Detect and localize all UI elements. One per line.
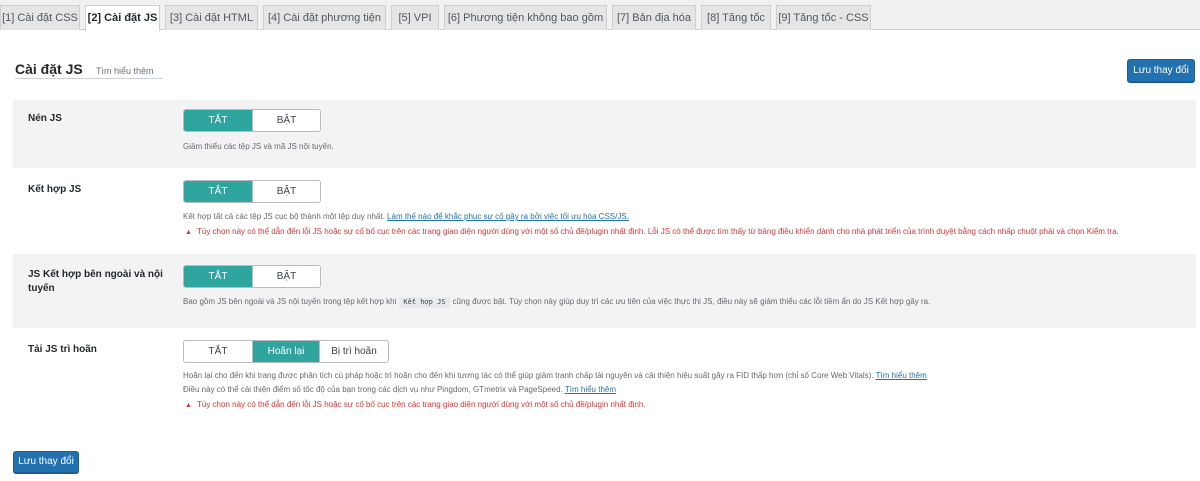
setting-row-load-js-deferred: Tải JS trì hoãn TẮT Hoãn lại Bị trì hoãn… [13, 328, 1196, 428]
load-js-deferred-description-1: Hoãn lại cho đến khi trang được phân tíc… [183, 370, 927, 382]
combine-js-label: Kết hợp JS [28, 184, 82, 195]
load-js-deferred-desc1-text: Hoãn lại cho đến khi trang được phân tíc… [183, 371, 874, 380]
tab-css-settings[interactable]: [1] Cài đặt CSS [0, 5, 80, 30]
combine-js-toggle[interactable]: TẮT BẬT [183, 180, 321, 203]
combine-external-inline-on-option[interactable]: BẬT [252, 266, 320, 287]
minify-js-off-option[interactable]: TẮT [184, 110, 252, 131]
combine-js-on-option[interactable]: BẬT [252, 181, 320, 202]
save-changes-button-top[interactable]: Lưu thay đổi [1127, 59, 1195, 82]
load-js-deferred-delay-option[interactable]: Hoãn lại [252, 341, 319, 362]
tab-html-settings[interactable]: [3] Cài đặt HTML [165, 5, 258, 30]
tab-localization[interactable]: [7] Bản địa hóa [612, 5, 696, 30]
warning-icon: ▲ [185, 402, 192, 409]
combine-external-inline-desc-before: Bao gồm JS bên ngoài và JS nội tuyến tro… [183, 297, 397, 306]
minify-js-label: Nén JS [28, 113, 62, 124]
combine-external-inline-label: JS Kết hợp bên ngoài và nội tuyến [28, 268, 163, 296]
load-js-deferred-warning-text: Tùy chọn này có thể dẫn đến lỗi JS hoặc … [197, 400, 646, 409]
setting-row-combine-js: Kết hợp JS TẮT BẬT Kết hợp tất cả các tệ… [13, 168, 1196, 254]
minify-js-description: Giảm thiểu các tệp JS và mã JS nội tuyến… [183, 142, 334, 151]
minify-js-on-option[interactable]: BẬT [252, 110, 320, 131]
learn-more-link[interactable]: Tìm hiểu thêm [96, 66, 154, 76]
combine-js-warning: ▲ Tùy chọn này có thể dẫn đến lỗi JS hoặc… [185, 226, 1119, 239]
load-js-deferred-learn-more-link-2[interactable]: Tìm hiểu thêm [565, 385, 616, 394]
warning-icon: ▲ [185, 229, 192, 236]
tab-cdn[interactable]: [8] Tăng tốc [701, 5, 771, 30]
load-js-deferred-deferred-option[interactable]: Bị trì hoãn [319, 341, 388, 362]
combine-js-warning-text: Tùy chọn này có thể dẫn đến lỗi JS hoặc … [197, 227, 1119, 236]
title-divider [15, 78, 163, 79]
tab-media-excludes[interactable]: [6] Phương tiện không bao gồm [444, 5, 607, 30]
combine-js-code-tag: Kết hợp JS [399, 297, 450, 308]
combine-external-inline-desc-after: cũng được bật. Tùy chọn này giúp duy trì… [452, 297, 931, 306]
tab-js-settings[interactable]: [2] Cài đặt JS [85, 5, 160, 31]
combine-external-inline-description: Bao gồm JS bên ngoài và JS nội tuyến tro… [183, 296, 930, 308]
tab-cdn-css[interactable]: [9] Tăng tốc - CSS [776, 5, 871, 30]
setting-row-minify-js: Nén JS TẮT BẬT Giảm thiểu các tệp JS và … [13, 100, 1196, 168]
save-changes-button-bottom[interactable]: Lưu thay đổi [13, 451, 79, 473]
combine-js-off-option[interactable]: TẮT [184, 181, 252, 202]
settings-tab-bar: [1] Cài đặt CSS [2] Cài đặt JS [3] Cài đ… [0, 0, 1200, 31]
combine-js-description: Kết hợp tất cả các tệp JS cục bộ thành m… [183, 211, 629, 223]
combine-js-description-text: Kết hợp tất cả các tệp JS cục bộ thành m… [183, 212, 385, 221]
minify-js-toggle[interactable]: TẮT BẬT [183, 109, 321, 132]
combine-external-inline-off-option[interactable]: TẮT [184, 266, 252, 287]
load-js-deferred-off-option[interactable]: TẮT [184, 341, 252, 362]
load-js-deferred-desc2-text: Điều này có thể cải thiện điểm số tốc độ… [183, 385, 563, 394]
setting-row-combine-external-inline: JS Kết hợp bên ngoài và nội tuyến TẮT BẬ… [13, 254, 1196, 328]
combine-external-inline-label-line1: JS Kết hợp bên ngoài và nội [28, 269, 163, 280]
load-js-deferred-toggle[interactable]: TẮT Hoãn lại Bị trì hoãn [183, 340, 389, 363]
load-js-deferred-label: Tải JS trì hoãn [28, 344, 97, 355]
load-js-deferred-description-2: Điều này có thể cải thiện điểm số tốc độ… [183, 384, 616, 396]
tab-vpi[interactable]: [5] VPI [391, 5, 439, 30]
load-js-deferred-warning: ▲ Tùy chọn này có thể dẫn đến lỗi JS hoặc… [185, 399, 646, 412]
combine-external-inline-toggle[interactable]: TẮT BẬT [183, 265, 321, 288]
combine-external-inline-label-line2: tuyến [28, 283, 55, 294]
load-js-deferred-learn-more-link-1[interactable]: Tìm hiểu thêm [876, 371, 927, 380]
tab-media-settings[interactable]: [4] Cài đặt phương tiện [263, 5, 386, 30]
page-title: Cài đặt JS [15, 61, 83, 77]
css-js-troubleshoot-link[interactable]: Làm thế nào để khắc phục sự cố gây ra bở… [387, 212, 629, 221]
